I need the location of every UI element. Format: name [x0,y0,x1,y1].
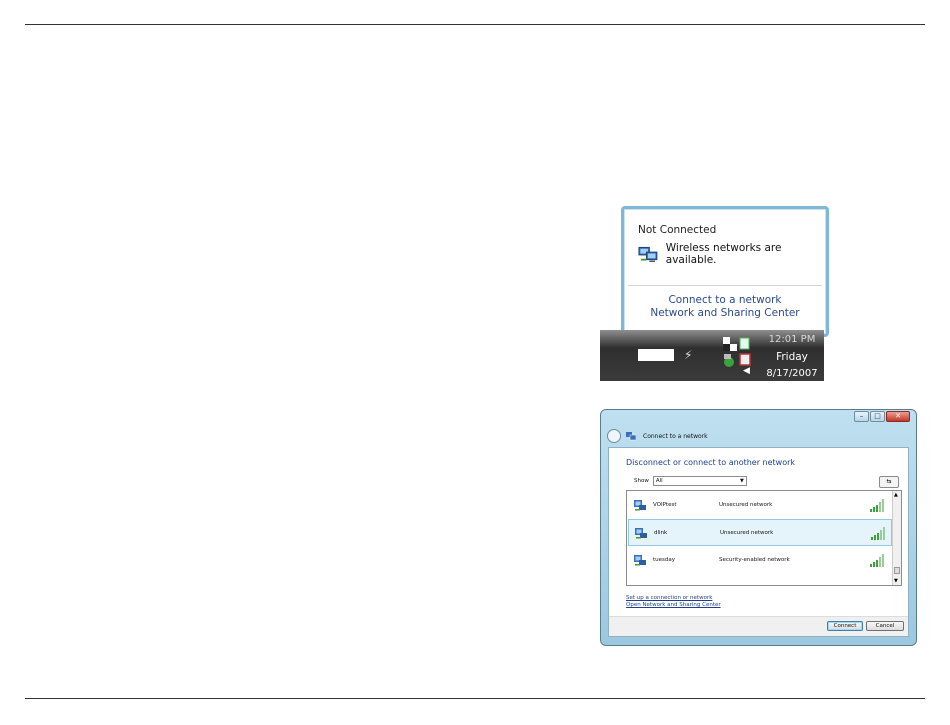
wireless-network-icon [634,500,646,511]
show-filter-value: All [655,478,663,484]
network-sharing-center-link[interactable]: Network and Sharing Center [624,307,826,320]
balloon-message: Wireless networks are available. [665,242,782,266]
network-row-dlink[interactable]: dlink Unsecured network [628,519,892,546]
dialog-heading: Disconnect or connect to another network [626,458,796,467]
wireless-network-icon [634,555,646,566]
dialog-content: Disconnect or connect to another network… [608,447,909,637]
open-sharing-center-link[interactable]: Open Network and Sharing Center [626,602,721,608]
network-name: tuesday [653,557,676,563]
network-name: dlink [654,530,668,536]
show-filter-select[interactable]: All ▼ [652,476,747,486]
taskbar: ⚡ ◀ 12:01 PM Friday 8/17/2007 [600,330,824,381]
close-button[interactable]: ✕ [886,411,910,422]
refresh-button[interactable]: ⇆ [879,476,899,488]
network-list-scrollbar[interactable]: ▲ ▼ [892,491,901,585]
power-plug-icon[interactable]: ⚡ [684,348,692,362]
tray-notification-area: Not Connected Wireless networks are avai… [600,206,829,381]
dialog-footer: Connect Cancel [609,616,908,636]
clock-date: 8/17/2007 [766,368,818,379]
cancel-button[interactable]: Cancel [866,621,904,631]
balloon-separator [628,285,822,286]
bottom-divider [25,698,925,699]
signal-strength-icon [870,499,884,512]
network-name: VOIPtest [653,502,677,508]
balloon-message-row: Wireless networks are available. [638,242,826,266]
minimize-button[interactable]: – [854,411,869,422]
network-list[interactable]: VOIPtest Unsecured network dlink Unsecur… [626,490,902,586]
top-divider [25,24,925,25]
caption-buttons: – □ ✕ [854,411,910,422]
network-security: Unsecured network [720,530,774,536]
clock-day: Friday [776,351,808,363]
network-security: Unsecured network [719,502,773,508]
nav-bar: Connect to a network [607,429,708,443]
back-button[interactable] [607,429,621,443]
signal-strength-icon [870,554,884,567]
connect-to-network-link[interactable]: Connect to a network [624,294,826,307]
balloon-links: Connect to a network Network and Sharing… [624,294,826,320]
show-hidden-icons-arrow[interactable]: ◀ [743,366,750,376]
taskbar-blank-area [638,349,674,361]
network-row-tuesday[interactable]: tuesday Security-enabled network [628,547,892,574]
signal-strength-icon [871,527,885,540]
scroll-up-icon[interactable]: ▲ [894,492,898,498]
balloon-title: Not Connected [638,224,717,236]
clock-time: 12:01 PM [768,334,816,345]
window-title: Connect to a network [643,432,708,440]
show-filter-row: Show All ▼ [634,476,747,486]
setup-connection-link[interactable]: Set up a connection or network [626,595,712,601]
connect-button[interactable]: Connect [827,621,863,631]
network-row-voiptest[interactable]: VOIPtest Unsecured network [628,492,892,519]
dropdown-arrow-icon: ▼ [739,478,744,484]
scroll-down-icon[interactable]: ▼ [894,578,898,584]
scrollbar-thumb[interactable] [894,567,900,574]
maximize-button[interactable]: □ [870,411,885,422]
network-security: Security-enabled network [719,557,790,563]
wireless-network-icon [635,528,647,539]
network-computers-icon [638,246,658,263]
connect-to-network-window: – □ ✕ Connect to a network Disconnect or… [600,409,917,646]
network-balloon[interactable]: Not Connected Wireless networks are avai… [621,206,829,337]
network-icon [626,431,636,440]
show-label: Show [634,478,649,484]
system-tray-icons[interactable] [720,336,760,376]
